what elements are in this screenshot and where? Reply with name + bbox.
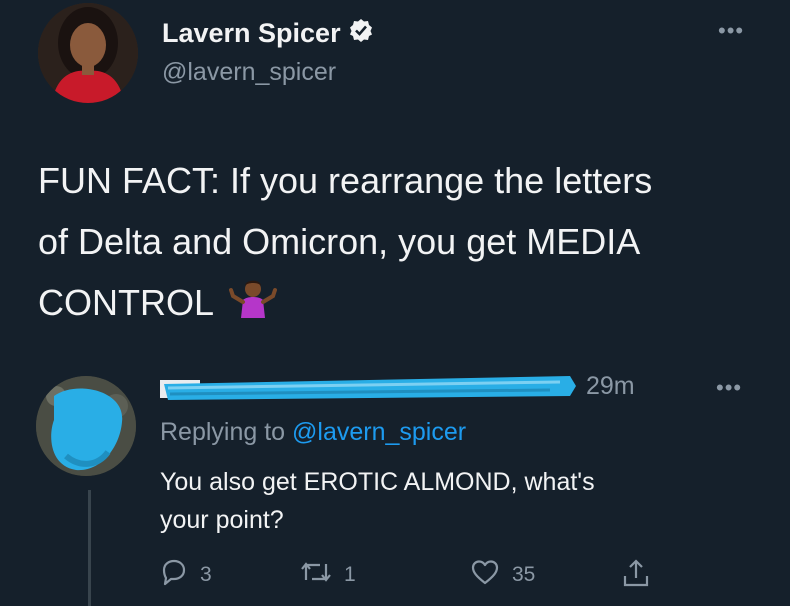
author-name-row[interactable]: Lavern Spicer bbox=[162, 18, 373, 49]
verified-badge-icon bbox=[349, 18, 373, 49]
replying-to-mention[interactable]: @lavern_spicer bbox=[292, 418, 466, 446]
replying-to-label: Replying to bbox=[160, 418, 286, 446]
reply-actions: 3 1 35 bbox=[160, 558, 680, 592]
thread-line bbox=[88, 490, 91, 606]
reply-icon[interactable] bbox=[160, 558, 188, 592]
replying-to: Replying to @lavern_spicer bbox=[160, 418, 466, 447]
reply-action[interactable]: 3 bbox=[160, 558, 212, 592]
retweet-action[interactable]: 1 bbox=[300, 558, 356, 592]
reply-text-line: You also get EROTIC ALMOND, what's bbox=[160, 468, 595, 496]
reply-timestamp[interactable]: 29m bbox=[586, 372, 635, 401]
like-count: 35 bbox=[512, 563, 536, 586]
like-action[interactable]: 35 bbox=[470, 558, 535, 592]
author-avatar[interactable] bbox=[38, 3, 138, 103]
author-name[interactable]: Lavern Spicer bbox=[162, 18, 341, 49]
share-icon[interactable] bbox=[622, 558, 650, 594]
more-horizontal-icon[interactable]: ••• bbox=[716, 375, 742, 401]
reply-text-line: your point? bbox=[160, 506, 284, 534]
tweet-text-line: FUN FACT: If you rearrange the letters bbox=[38, 160, 653, 201]
reply-text: You also get EROTIC ALMOND, what's your … bbox=[160, 463, 720, 539]
more-horizontal-icon[interactable]: ••• bbox=[718, 18, 744, 44]
tweet-text-line: CONTROL bbox=[38, 272, 758, 336]
like-icon[interactable] bbox=[470, 558, 500, 592]
retweet-count: 1 bbox=[344, 563, 356, 586]
tweet-text-segment: CONTROL bbox=[38, 282, 213, 323]
tweet-text: FUN FACT: If you rearrange the letters o… bbox=[38, 150, 758, 336]
reply-author-avatar[interactable] bbox=[36, 376, 136, 476]
tweet-text-line: of Delta and Omicron, you get MEDIA bbox=[38, 221, 641, 262]
author-handle[interactable]: @lavern_spicer bbox=[162, 58, 336, 87]
share-action[interactable] bbox=[622, 558, 650, 594]
retweet-icon[interactable] bbox=[300, 558, 332, 592]
reply-count: 3 bbox=[200, 563, 212, 586]
redacted-username bbox=[160, 370, 580, 406]
person-shrugging-emoji bbox=[228, 275, 277, 336]
